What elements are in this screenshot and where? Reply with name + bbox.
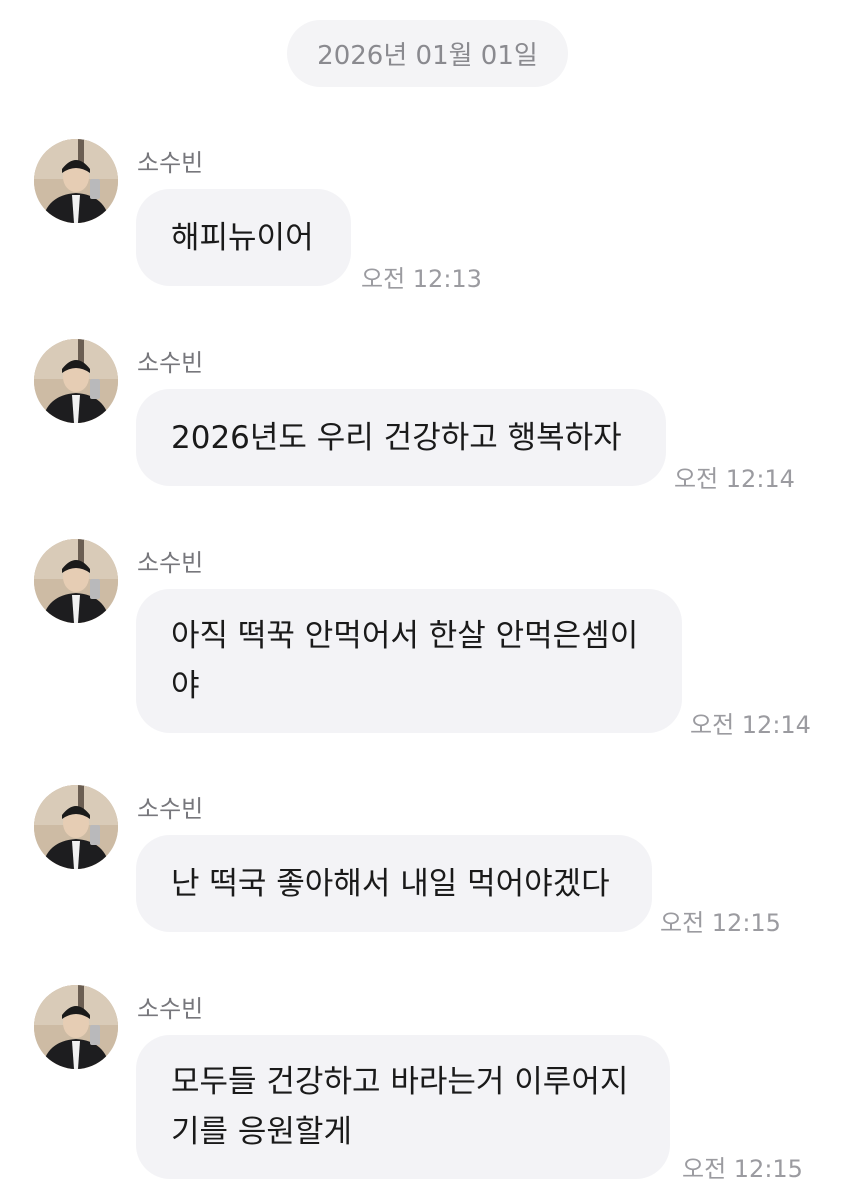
message-bubble[interactable]: 2026년도 우리 건강하고 행복하자 bbox=[136, 389, 666, 486]
sender-name: 소수빈 bbox=[137, 995, 204, 1023]
message-bubble[interactable]: 난 떡국 좋아해서 내일 먹어야겠다 bbox=[136, 835, 652, 932]
avatar[interactable] bbox=[34, 339, 118, 423]
message-text-line: 기를 응원할게 bbox=[171, 1114, 352, 1150]
sender-name: 소수빈 bbox=[137, 349, 204, 377]
chat-screen: 2026년 01월 01일 소수빈 해피뉴이어 오전 12:13 소수빈 202… bbox=[0, 0, 854, 1200]
avatar[interactable] bbox=[34, 139, 118, 223]
message-time: 오전 12:15 bbox=[660, 909, 781, 937]
sender-name: 소수빈 bbox=[137, 149, 204, 177]
avatar-photo-icon bbox=[34, 539, 118, 623]
avatar[interactable] bbox=[34, 785, 118, 869]
message-text-line: 야 bbox=[171, 668, 200, 704]
message-time: 오전 12:14 bbox=[690, 711, 811, 739]
message-bubble[interactable]: 해피뉴이어 bbox=[136, 189, 351, 286]
avatar-photo-icon bbox=[34, 339, 118, 423]
message-time: 오전 12:15 bbox=[682, 1155, 803, 1183]
avatar-photo-icon bbox=[34, 785, 118, 869]
avatar[interactable] bbox=[34, 539, 118, 623]
message-text: 해피뉴이어 bbox=[171, 219, 314, 256]
message-row: 소수빈 모두들 건강하고 바라는거 이루어지 기를 응원할게 오전 12:15 bbox=[0, 985, 854, 1185]
avatar[interactable] bbox=[34, 985, 118, 1069]
message-row: 소수빈 아직 떡꾹 안먹어서 한살 안먹은셈이 야 오전 12:14 bbox=[0, 539, 854, 739]
message-bubble[interactable]: 모두들 건강하고 바라는거 이루어지 기를 응원할게 bbox=[136, 1035, 670, 1179]
message-time: 오전 12:13 bbox=[361, 265, 482, 293]
message-text: 난 떡국 좋아해서 내일 먹어야겠다 bbox=[171, 865, 610, 902]
date-divider: 2026년 01월 01일 bbox=[287, 20, 568, 87]
avatar-photo-icon bbox=[34, 985, 118, 1069]
sender-name: 소수빈 bbox=[137, 549, 204, 577]
avatar-photo-icon bbox=[34, 139, 118, 223]
message-text: 2026년도 우리 건강하고 행복하자 bbox=[171, 419, 622, 456]
message-text-line: 모두들 건강하고 바라는거 이루어지 bbox=[171, 1064, 629, 1100]
message-row: 소수빈 해피뉴이어 오전 12:13 bbox=[0, 139, 854, 293]
sender-name: 소수빈 bbox=[137, 795, 204, 823]
message-time: 오전 12:14 bbox=[674, 465, 795, 493]
message-text-line: 아직 떡꾹 안먹어서 한살 안먹은셈이 bbox=[171, 618, 639, 654]
message-row: 소수빈 난 떡국 좋아해서 내일 먹어야겠다 오전 12:15 bbox=[0, 785, 854, 937]
message-bubble[interactable]: 아직 떡꾹 안먹어서 한살 안먹은셈이 야 bbox=[136, 589, 682, 733]
message-row: 소수빈 2026년도 우리 건강하고 행복하자 오전 12:14 bbox=[0, 339, 854, 493]
